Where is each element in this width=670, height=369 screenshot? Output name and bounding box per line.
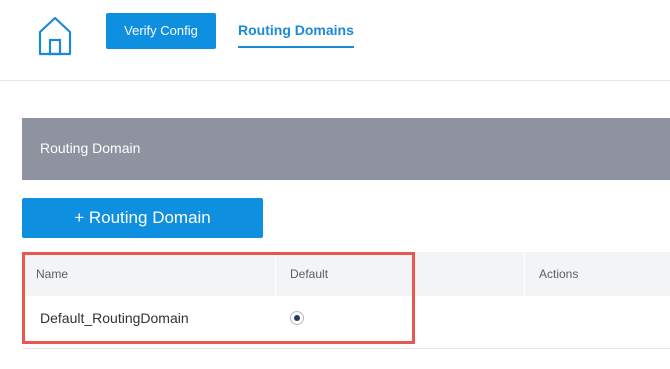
home-icon <box>38 16 72 56</box>
home-button[interactable] <box>36 14 74 56</box>
top-bar: Verify Config Routing Domains <box>0 0 670 81</box>
column-header-name[interactable]: Name <box>22 252 274 296</box>
default-radio-button[interactable] <box>290 311 304 325</box>
column-header-actions: Actions <box>524 252 670 296</box>
column-header-default[interactable]: Default <box>275 252 523 296</box>
page: Verify Config Routing Domains Routing Do… <box>0 0 670 369</box>
table-row: Default_RoutingDomain <box>22 296 670 349</box>
section-title: Routing Domain <box>40 140 141 156</box>
table-header: Name Default Actions <box>22 252 670 296</box>
section-header: Routing Domain <box>22 118 670 180</box>
add-routing-domain-button[interactable]: + Routing Domain <box>22 198 263 238</box>
cell-routing-domain-name: Default_RoutingDomain <box>40 310 189 326</box>
verify-config-button[interactable]: Verify Config <box>106 13 216 49</box>
tab-routing-domains[interactable]: Routing Domains <box>238 22 354 48</box>
radio-selected-dot <box>294 315 300 321</box>
routing-domain-table: Name Default Actions Default_RoutingDoma… <box>22 252 670 349</box>
